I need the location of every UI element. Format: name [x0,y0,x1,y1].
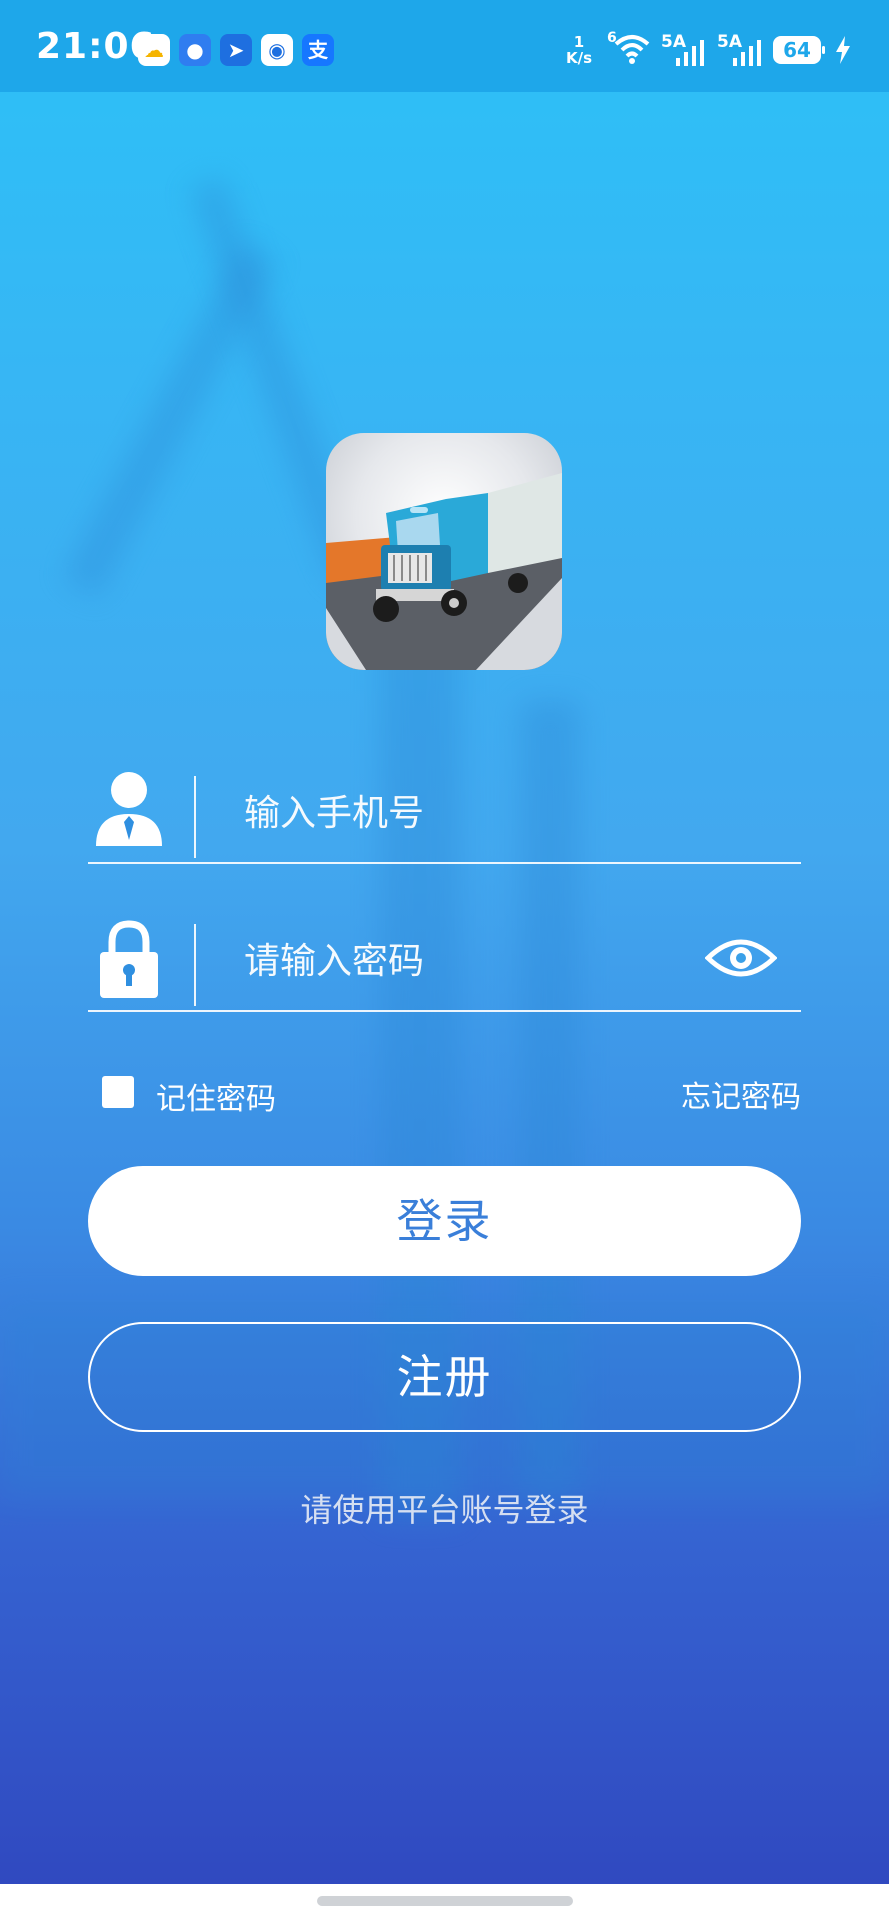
wifi-icon [614,35,650,64]
signal-icon-2 [733,40,761,66]
charging-icon [836,36,850,64]
remember-label: 记住密码 [156,1082,276,1117]
eye-icon[interactable] [705,934,777,982]
cloud-icon: ☁ [138,34,170,66]
truck-logo-icon [326,473,562,670]
divider [194,776,196,858]
battery-icon: 64 [773,36,825,64]
browser-icon: ◉ [261,34,293,66]
register-button[interactable]: 注册 [88,1322,801,1432]
user-icon [96,772,162,846]
feather-icon: ➤ [220,34,252,66]
divider [194,924,196,1006]
login-button[interactable]: 登录 [88,1166,801,1276]
phone-field [88,762,801,864]
forgot-password-link[interactable]: 忘记密码 [681,1072,801,1116]
lock-icon [100,920,158,998]
remember-checkbox[interactable] [102,1076,134,1108]
password-field [88,910,801,1012]
wifi-badge: 6 [607,30,617,46]
password-input[interactable] [242,930,726,992]
signal-icon-1 [676,40,704,66]
alipay-icon: 支 [302,34,334,66]
phone-input[interactable] [242,782,726,844]
login-screen: 21:06 ☁ ● ➤ ◉ 支 1 K/s 6 5A 5A 64 输入手机号 记… [0,0,889,1884]
status-bar: 21:06 ☁ ● ➤ ◉ 支 1 K/s 6 5A 5A 64 [0,0,889,92]
message-icon: ● [179,34,211,66]
app-logo [326,433,562,670]
network-speed: 1 K/s [566,33,593,67]
gesture-bar[interactable] [317,1896,573,1906]
login-hint: 请使用平台账号登录 [300,1491,589,1529]
